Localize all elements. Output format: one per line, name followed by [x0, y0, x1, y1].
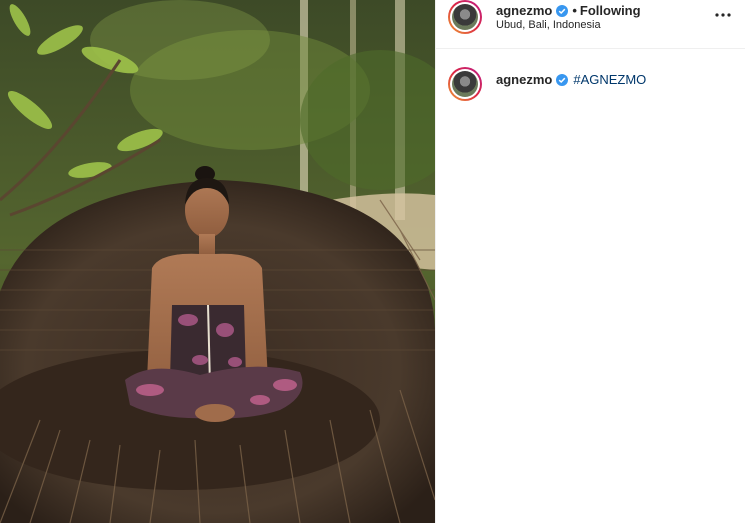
username-link[interactable]: agnezmo — [496, 3, 552, 18]
caption-avatar[interactable] — [448, 67, 482, 101]
post-photo-image — [0, 0, 435, 523]
hashtag-link[interactable]: #AGNEZMO — [573, 72, 646, 87]
verified-badge-icon — [556, 73, 569, 86]
avatar[interactable] — [448, 0, 482, 34]
verified-badge-icon — [556, 4, 569, 17]
caption-username-link[interactable]: agnezmo — [496, 72, 552, 87]
separator-dot: • — [572, 3, 577, 18]
location-link[interactable]: Ubud, Bali, Indonesia — [496, 19, 601, 31]
post-photo[interactable] — [0, 0, 435, 523]
post-sidebar: agnezmo • Following Ubud, Bali, Indonesi… — [435, 0, 745, 523]
post-header: agnezmo • Following Ubud, Bali, Indonesi… — [436, 0, 745, 49]
caption: agnezmo #AGNEZMO — [496, 72, 646, 87]
following-button[interactable]: Following — [580, 3, 641, 18]
more-options-button[interactable] — [713, 6, 733, 24]
more-horizontal-icon — [715, 13, 731, 17]
